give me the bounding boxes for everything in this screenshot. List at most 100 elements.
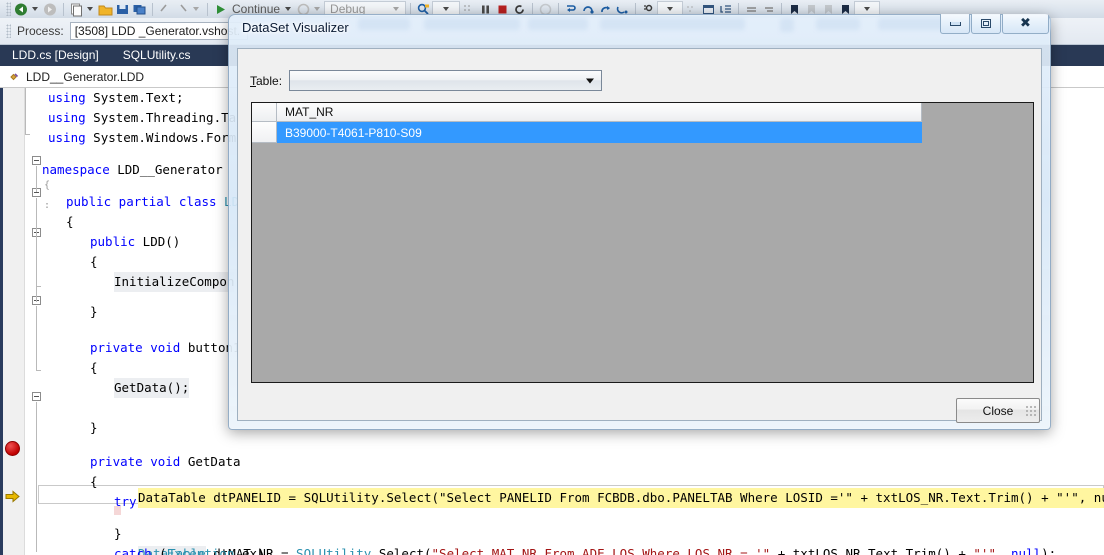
dataset-grid[interactable]: MAT_NR B39000-T4061-P810-S09 xyxy=(251,102,1034,383)
code-line-using1: using System.Text; xyxy=(48,88,183,108)
save-all-icon[interactable] xyxy=(132,2,147,17)
txt-getdata-name: GetData xyxy=(180,454,241,469)
navbar-file-item[interactable]: LDD__Generator.LDD xyxy=(0,70,144,84)
grid-empty-area xyxy=(252,143,1033,382)
kw-using2: using xyxy=(48,110,86,125)
navbar-file-label: LDD__Generator.LDD xyxy=(26,69,145,84)
blur-icons-2 xyxy=(816,18,860,30)
code-line-brace-ns: { xyxy=(44,180,51,191)
new-dropdown-icon[interactable] xyxy=(87,7,93,11)
redo-dropdown-icon[interactable] xyxy=(193,7,199,11)
grid-header-filler xyxy=(922,103,1033,143)
txt-pan-concat: + txtLOS_NR.Text.Trim() + xyxy=(852,490,1057,505)
table-combo[interactable] xyxy=(289,70,603,91)
chevron-down-icon[interactable] xyxy=(586,78,595,83)
code-line-gd-open: { xyxy=(90,474,98,489)
table-row[interactable]: B39000-T4061-P810-S09 xyxy=(277,122,922,143)
redo-icon[interactable] xyxy=(175,2,190,17)
code-line-try-close: } xyxy=(114,526,122,541)
back-dropdown-icon[interactable] xyxy=(32,7,38,11)
grid-column-header-mat-nr[interactable]: MAT_NR xyxy=(277,103,922,122)
close-icon[interactable]: ✖ xyxy=(1002,14,1049,34)
table-selector-row: Table: xyxy=(250,70,603,91)
continue-dropdown-icon[interactable] xyxy=(285,7,292,11)
process-label: Process: xyxy=(17,24,64,38)
code-line-mat-nr: DataTable dtMAT_NR = SQLUtility.Select("… xyxy=(138,544,1056,555)
blur-icon xyxy=(780,18,794,32)
code-line-button1: private void button1 xyxy=(90,338,241,358)
dialog-title-bar[interactable]: DataSet Visualizer ✖ xyxy=(228,14,1051,43)
kw-mat-null: null xyxy=(1011,546,1042,555)
grid-row-header[interactable] xyxy=(252,122,277,143)
str-mat-sql: "Select MAT_NR From ADE_LOS Where LOS_NR… xyxy=(431,546,771,555)
code-line-catch: catch (Exception ex) xyxy=(114,544,265,555)
tab-sqlutility-label: SQLUtility.cs xyxy=(122,48,191,62)
tab-ldd-design[interactable]: LDD.cs [Design] xyxy=(0,45,111,66)
dialog-body: Table: MAT_NR B39000-T4061-P810-S09 Clos… xyxy=(237,48,1042,423)
dataset-visualizer-dialog[interactable]: DataSet Visualizer ✖ Table: MAT_NR B3900… xyxy=(228,14,1051,430)
code-line-init: InitializeCompon xyxy=(114,272,235,292)
toolbar-grip[interactable] xyxy=(6,2,11,16)
window-controls: ✖ xyxy=(939,14,1049,34)
kw-public-ctor: public xyxy=(90,234,136,249)
editor-indicator-margin[interactable] xyxy=(0,88,25,555)
continue-play-icon[interactable] xyxy=(213,2,228,17)
cls-sqlutility-mat: SQLUtility xyxy=(296,546,372,555)
navigate-forward-icon xyxy=(43,2,58,17)
blur-thread-value xyxy=(424,18,520,30)
txt-pan-comma: , xyxy=(1078,490,1094,505)
code-line-class: public partial class LDD xyxy=(66,192,247,212)
close-button-label: Close xyxy=(982,403,1014,418)
tab-sqlutility[interactable]: SQLUtility.cs xyxy=(111,45,203,66)
new-project-icon[interactable] xyxy=(69,2,84,17)
txt-using3: System.Windows.Forms; xyxy=(85,130,252,145)
str-mat-quote: "'" xyxy=(973,546,996,555)
code-line-b1-open: { xyxy=(90,360,98,375)
typ-exception: Exception xyxy=(166,546,235,555)
process-combo[interactable]: [3508] LDD _Generator.vshost. xyxy=(69,22,248,40)
txt-ctor-name: LDD() xyxy=(135,234,181,249)
undo-icon[interactable] xyxy=(158,2,173,17)
resize-grip-icon[interactable] xyxy=(1025,405,1037,417)
current-statement-arrow-icon xyxy=(5,490,20,503)
minimize-icon[interactable] xyxy=(940,14,970,34)
save-icon[interactable] xyxy=(115,2,130,17)
code-error-marker xyxy=(114,506,121,515)
process-toolbar-grip[interactable] xyxy=(6,24,11,38)
grid-select-all-corner[interactable] xyxy=(252,103,277,122)
restart-dropdown-icon[interactable] xyxy=(314,7,321,11)
screen: Continue Debug Process: [3508] LDD _Gene… xyxy=(0,0,1104,555)
kw-void-b1: void xyxy=(142,340,181,355)
kw-using3: using xyxy=(48,130,86,145)
code-line-getdata-call: GetData(); xyxy=(114,378,190,398)
breakpoint-icon[interactable] xyxy=(5,441,20,456)
kw-void-gd: void xyxy=(142,454,181,469)
txt-catch-var: ex) xyxy=(234,546,265,555)
table-label: Table: xyxy=(250,73,283,88)
txt-mat-comma: , xyxy=(995,546,1012,555)
maximize-icon[interactable] xyxy=(971,14,1001,34)
grid-column-header-label: MAT_NR xyxy=(285,105,334,119)
code-line-ctor-open: { xyxy=(90,254,98,269)
code-line-ctor: public LDD() xyxy=(90,232,180,252)
config-dropdown-icon[interactable] xyxy=(393,7,400,11)
editor-left-stripe xyxy=(0,88,3,555)
code-line-b1-close: } xyxy=(90,420,98,435)
str-pan-quote: "'" xyxy=(1056,490,1079,505)
str-pan-sql: "Select PANELID From FCBDB.dbo.PANELTAB … xyxy=(439,490,853,505)
navigate-back-icon[interactable] xyxy=(14,2,29,17)
txt-pan-mid: dtPANELID = SQLUtility.Select( xyxy=(205,490,440,505)
code-line-brace-ns2: : xyxy=(44,200,51,211)
txt-mat-concat: + txtLOS_NR.Text.Trim() + xyxy=(770,546,974,555)
code-line-class-open: { xyxy=(66,214,74,229)
class-icon xyxy=(8,70,21,83)
kw-private-gd: private xyxy=(90,454,143,469)
open-file-icon[interactable] xyxy=(98,2,113,17)
kw-class: class xyxy=(171,194,217,209)
blur-thread-combo xyxy=(600,18,745,30)
code-line-getdata: private void GetData xyxy=(90,452,241,472)
blur-thread-extra xyxy=(528,18,588,30)
kw-private-b1: private xyxy=(90,340,143,355)
typ-datatable-pan: DataTable xyxy=(138,490,206,505)
dialog-title: DataSet Visualizer xyxy=(242,20,349,35)
